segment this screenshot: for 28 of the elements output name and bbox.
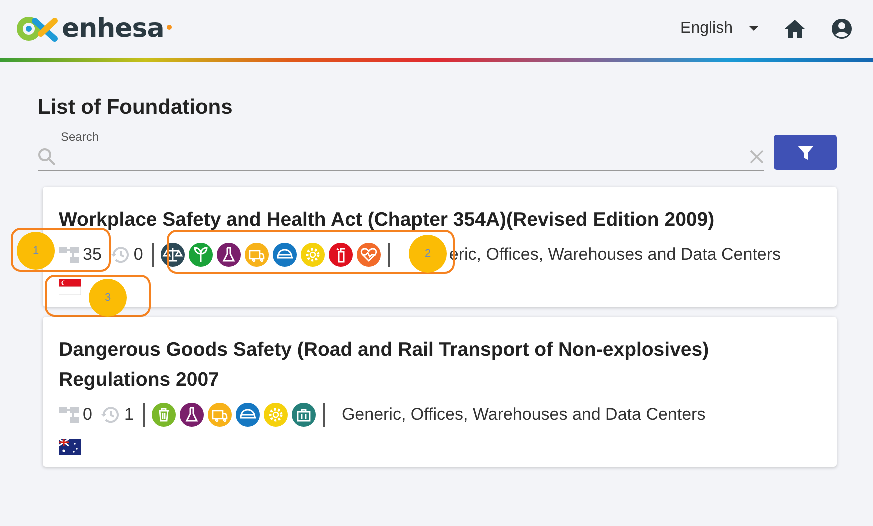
requirement-count: 35 <box>83 245 102 265</box>
search-icon <box>38 148 56 166</box>
home-icon[interactable] <box>785 20 805 38</box>
brand-dot-icon <box>167 25 172 30</box>
account-icon[interactable] <box>831 18 853 40</box>
page-title: List of Foundations <box>38 96 234 120</box>
brand-name: enhesa <box>62 14 164 44</box>
revision-count: 1 <box>124 405 134 425</box>
annotation-marker: 3 <box>89 279 127 317</box>
language-select[interactable]: English <box>680 20 759 38</box>
foundation-title[interactable]: Workplace Safety and Health Act (Chapter 354A)(Revised Edition 2009) <box>59 205 821 235</box>
history-icon <box>110 245 130 265</box>
hierarchy-icon <box>59 406 79 424</box>
scope-text: Generic, Offices, Warehouses and Data Centers <box>342 405 706 425</box>
flag-icon <box>59 439 81 455</box>
search-field[interactable]: Search <box>38 130 764 171</box>
hierarchy-icon <box>59 246 79 264</box>
annotation-marker: 1 <box>17 232 55 270</box>
requirement-count: 0 <box>83 405 92 425</box>
foundation-title[interactable]: Dangerous Goods Safety (Road and Rail Transport of Non-explosives) Regulations 2007 <box>59 335 821 395</box>
filter-button[interactable] <box>774 135 837 170</box>
logo-icon <box>17 16 59 42</box>
history-icon <box>100 405 120 425</box>
annotation-marker: 2 <box>409 235 447 273</box>
revision-count: 0 <box>134 245 144 265</box>
flag-icon <box>59 279 81 295</box>
caret-icon <box>749 26 759 32</box>
filter-icon <box>798 144 814 160</box>
